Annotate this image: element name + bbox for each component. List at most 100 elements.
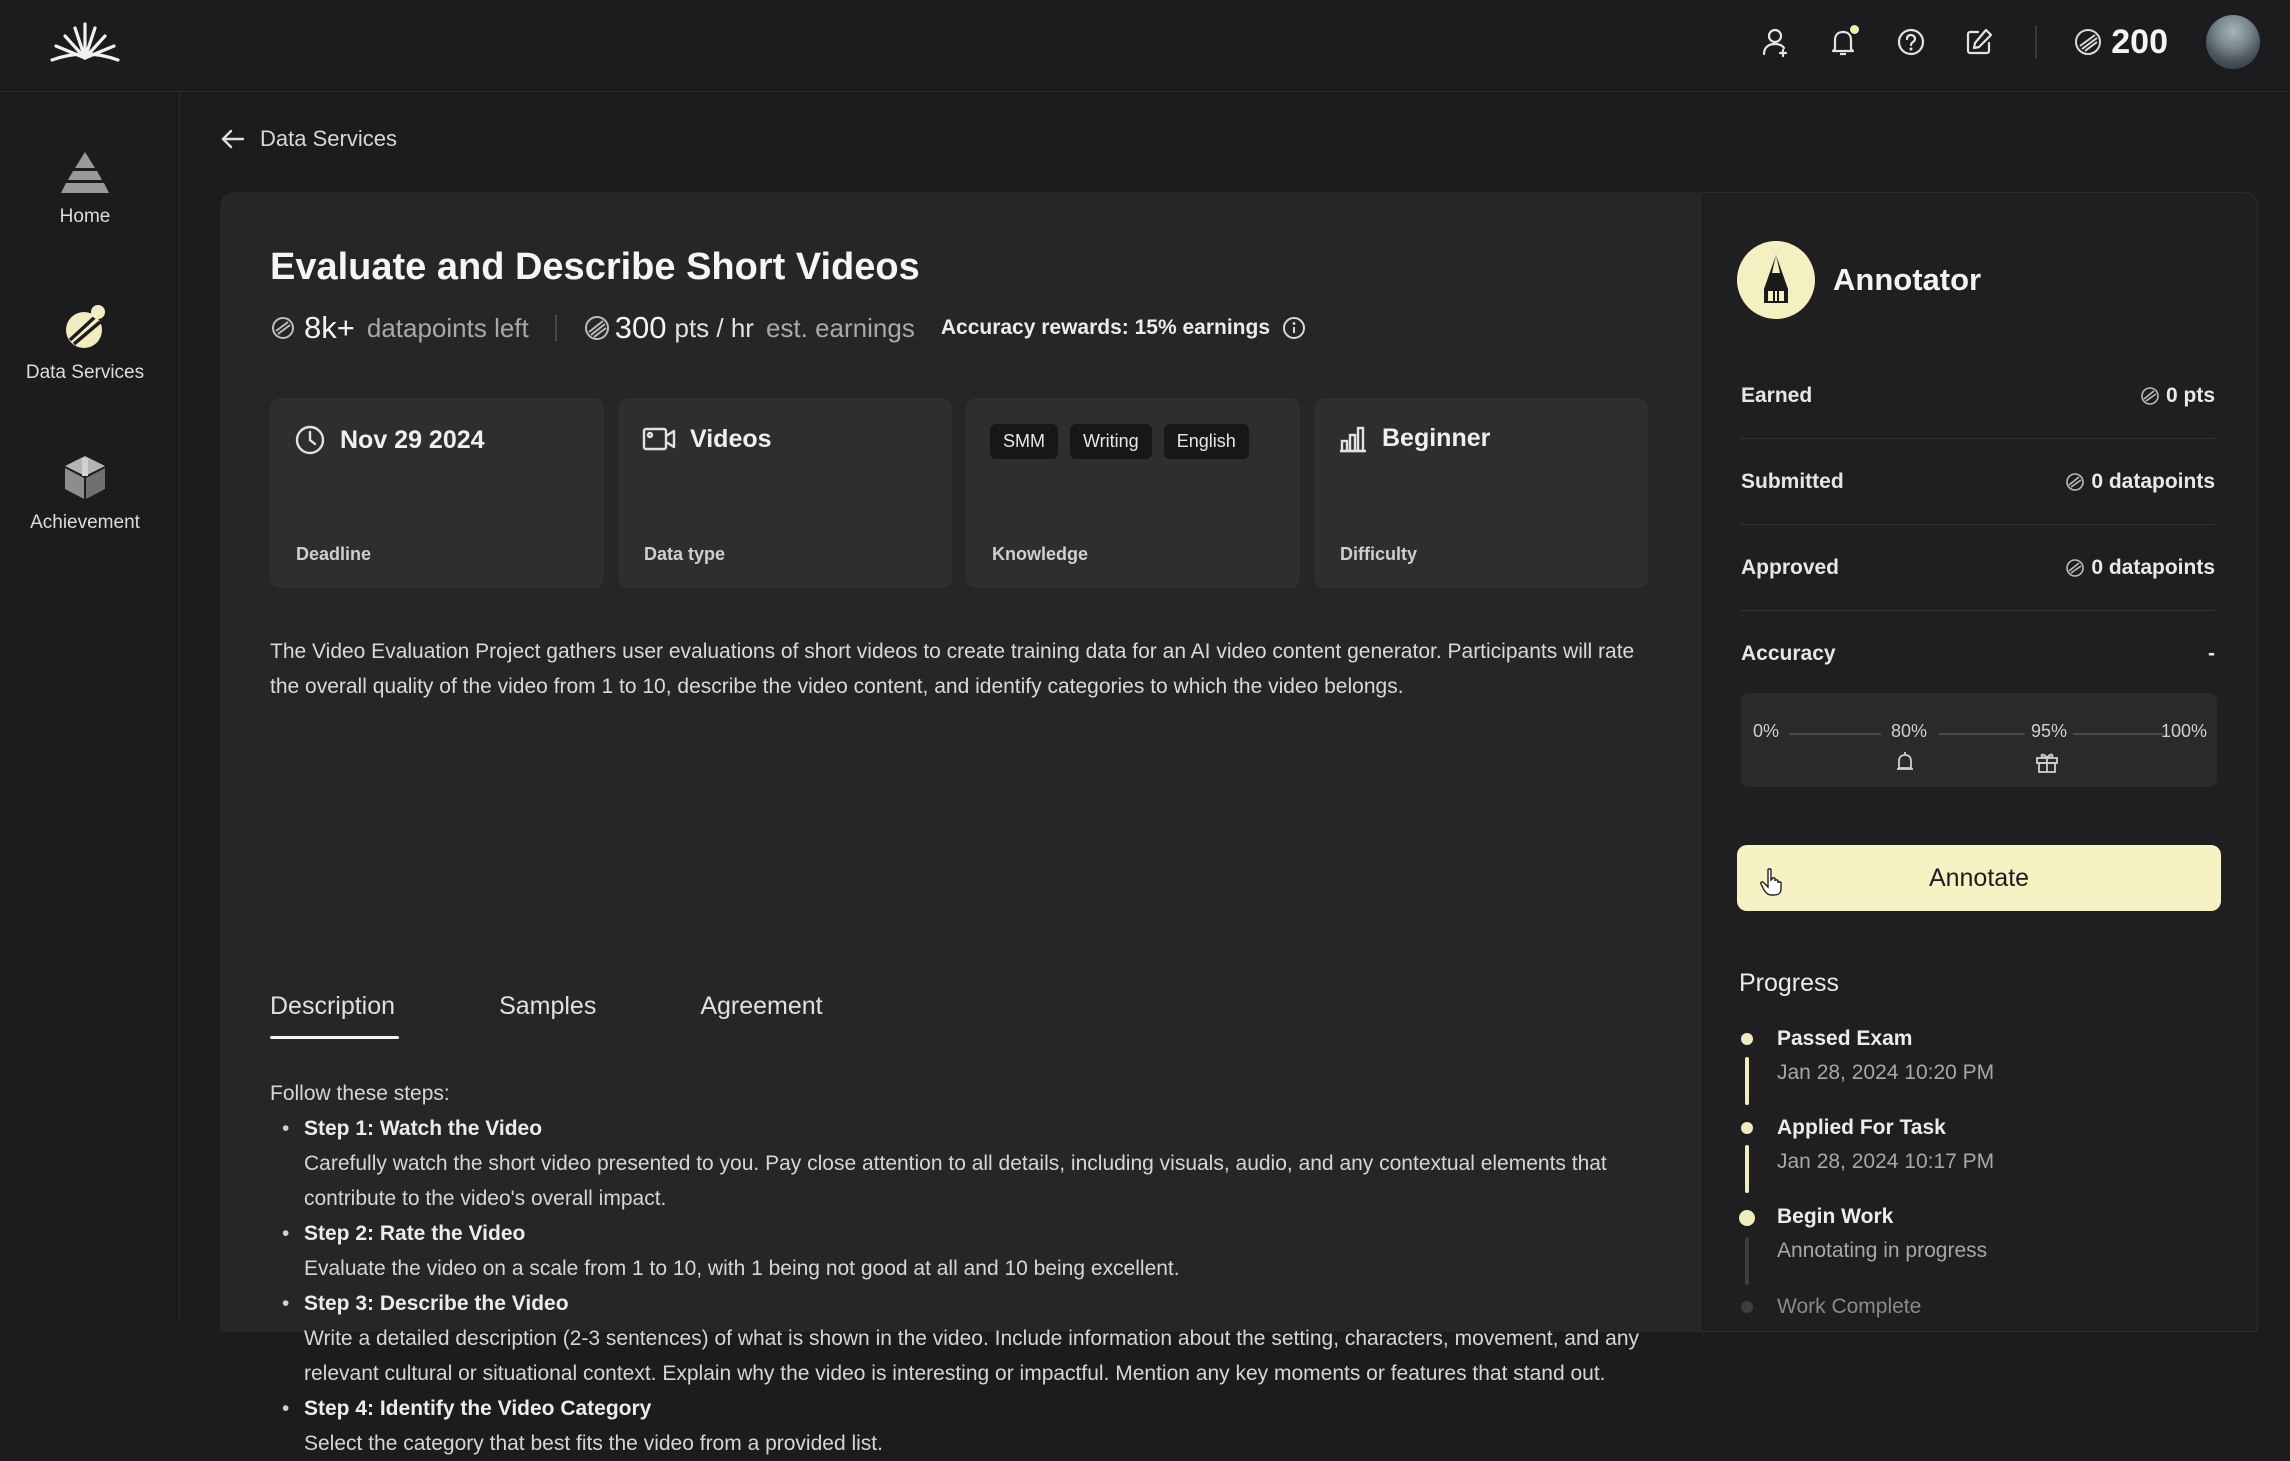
datapoints-left-label: datapoints left — [366, 312, 529, 343]
datapoints-icon — [2066, 558, 2085, 577]
accuracy-rewards: Accuracy rewards: 15% earnings — [940, 316, 1271, 339]
points-balance[interactable]: 200 — [2073, 23, 2168, 62]
points-icon — [2141, 386, 2159, 405]
rate-unit: pts / hr — [674, 312, 754, 343]
datapoints-icon — [272, 317, 294, 339]
annotate-button[interactable]: Annotate — [1737, 845, 2221, 911]
stat-value: - — [2208, 642, 2215, 665]
alarm-icon — [1897, 752, 1913, 770]
step-title: Step 4: Identify the Video Category — [304, 1397, 652, 1420]
sidebar-item-achievement[interactable]: Achievement — [0, 452, 170, 534]
top-bar: 200 — [0, 0, 2290, 92]
bell-icon[interactable] — [1825, 24, 1861, 60]
sidebar-item-home[interactable]: Home — [0, 150, 170, 228]
step-text: Evaluate the video on a scale from 1 to … — [304, 1257, 1180, 1280]
deadline-value: Nov 29 2024 — [340, 425, 485, 454]
datapoints-icon — [2066, 472, 2085, 491]
task-description: The Video Evaluation Project gathers use… — [270, 640, 1635, 698]
datapoints-left-value: 8k+ — [304, 310, 355, 345]
progress-step-sub: Jan 28, 2024 10:17 PM — [1777, 1150, 1995, 1173]
data-type-card: Videos Data type — [618, 398, 952, 588]
progress-dot — [1741, 1301, 1753, 1313]
scale-line — [1939, 733, 2025, 735]
difficulty-label: Difficulty — [1340, 544, 1418, 564]
breadcrumb-label[interactable]: Data Services — [260, 126, 397, 152]
steps-intro: Follow these steps: — [270, 1082, 450, 1105]
bar-chart-icon — [1340, 426, 1366, 452]
progress-step: Passed Exam Jan 28, 2024 10:20 PM — [1777, 1027, 1994, 1085]
knowledge-tag: English — [1163, 424, 1249, 459]
gift-icon — [2036, 753, 2058, 773]
tab-description[interactable]: Description — [270, 992, 400, 1039]
stat-accuracy: Accuracy - — [1741, 611, 2215, 697]
stat-submitted: Submitted 0 datapoints — [1741, 439, 2215, 525]
sidebar-item-data-services[interactable]: Data Services — [0, 302, 170, 384]
user-icon[interactable] — [1757, 24, 1793, 60]
annotator-title: Annotator — [1833, 262, 1982, 297]
accuracy-scale: 0% 80% 95% 100% — [1741, 693, 2217, 787]
tab-agreement[interactable]: Agreement — [700, 992, 822, 1039]
info-icon[interactable] — [1282, 316, 1306, 340]
step-text: Select the category that best fits the v… — [304, 1432, 883, 1455]
progress-step-title: Passed Exam — [1777, 1027, 1913, 1050]
help-icon[interactable] — [1893, 24, 1929, 60]
step-item: Step 3: Describe the Video Write a detai… — [270, 1286, 1670, 1391]
accuracy-tick: 95% — [2031, 721, 2068, 741]
progress-dot-current — [1739, 1210, 1755, 1226]
steps-content: Follow these steps: Step 1: Watch the Vi… — [270, 1076, 1670, 1461]
progress-step: Work Complete — [1777, 1295, 1921, 1319]
progress-step-sub: Jan 28, 2024 10:20 PM — [1777, 1061, 1995, 1084]
progress-line — [1745, 1145, 1749, 1193]
arrow-left-icon[interactable] — [220, 127, 246, 151]
task-info-cards: Nov 29 2024 Deadline Videos Data type SM… — [270, 398, 1648, 588]
progress-step-title: Begin Work — [1777, 1205, 1894, 1228]
stat-earned: Earned 0 pts — [1741, 353, 2215, 439]
accuracy-tick: 0% — [1753, 721, 1780, 741]
progress-dot — [1741, 1033, 1753, 1045]
annotator-badge-icon — [1737, 241, 1815, 319]
progress-step: Begin Work Annotating in progress — [1777, 1205, 1987, 1263]
cube-icon — [65, 456, 105, 499]
knowledge-card: SMM Writing English Knowledge — [966, 398, 1300, 588]
stat-label: Approved — [1741, 555, 1840, 579]
breadcrumb[interactable]: Data Services — [220, 126, 397, 152]
rate-value: 300 — [614, 310, 667, 345]
progress-line — [1745, 1237, 1749, 1285]
progress-title: Progress — [1739, 969, 1840, 997]
tab-samples[interactable]: Samples — [499, 992, 596, 1039]
progress-step-sub: Annotating in progress — [1777, 1239, 1988, 1262]
pyramid-icon — [61, 152, 109, 193]
progress-step-title: Work Complete — [1777, 1295, 1922, 1318]
stat-value: 0 datapoints — [2091, 555, 2215, 579]
stat-label: Earned — [1741, 383, 1813, 407]
step-item: Step 2: Rate the Video Evaluate the vide… — [270, 1216, 1670, 1286]
video-icon — [642, 427, 676, 451]
step-text: Carefully watch the short video presente… — [304, 1152, 1607, 1210]
edit-icon[interactable] — [1961, 24, 1997, 60]
stat-approved: Approved 0 datapoints — [1741, 525, 2215, 611]
hand-cursor-icon — [1760, 868, 1782, 896]
knowledge-tag: SMM — [990, 424, 1058, 459]
sidebar: Home Data Services Achievement — [0, 92, 180, 1322]
scale-line — [2073, 733, 2163, 735]
knowledge-label: Knowledge — [992, 544, 1089, 564]
step-item: Step 4: Identify the Video Category Sele… — [270, 1391, 1670, 1461]
progress-step-title: Applied For Task — [1777, 1116, 1946, 1139]
progress-step: Applied For Task Jan 28, 2024 10:17 PM — [1777, 1116, 1994, 1174]
lotus-logo-icon[interactable] — [48, 18, 122, 66]
stat-value: 0 datapoints — [2091, 469, 2215, 493]
stat-label: Submitted — [1741, 469, 1844, 493]
data-type-label: Data type — [644, 544, 726, 564]
stat-label: Accuracy — [1741, 642, 1836, 665]
sidebar-item-label: Home — [59, 206, 111, 227]
data-type-value: Videos — [690, 424, 772, 453]
difficulty-value: Beginner — [1382, 424, 1491, 452]
annotator-panel: Annotator Earned 0 pts Submitted 0 datap… — [1700, 192, 2258, 1332]
scale-line — [1789, 733, 1881, 735]
points-icon — [584, 316, 609, 340]
step-text: Write a detailed description (2-3 senten… — [304, 1327, 1640, 1385]
avatar[interactable] — [2206, 15, 2260, 69]
stat-value: 0 pts — [2165, 383, 2215, 407]
accuracy-tick: 100% — [2161, 721, 2208, 741]
task-detail-panel: Evaluate and Describe Short Videos 8k+ d… — [220, 192, 1700, 1455]
